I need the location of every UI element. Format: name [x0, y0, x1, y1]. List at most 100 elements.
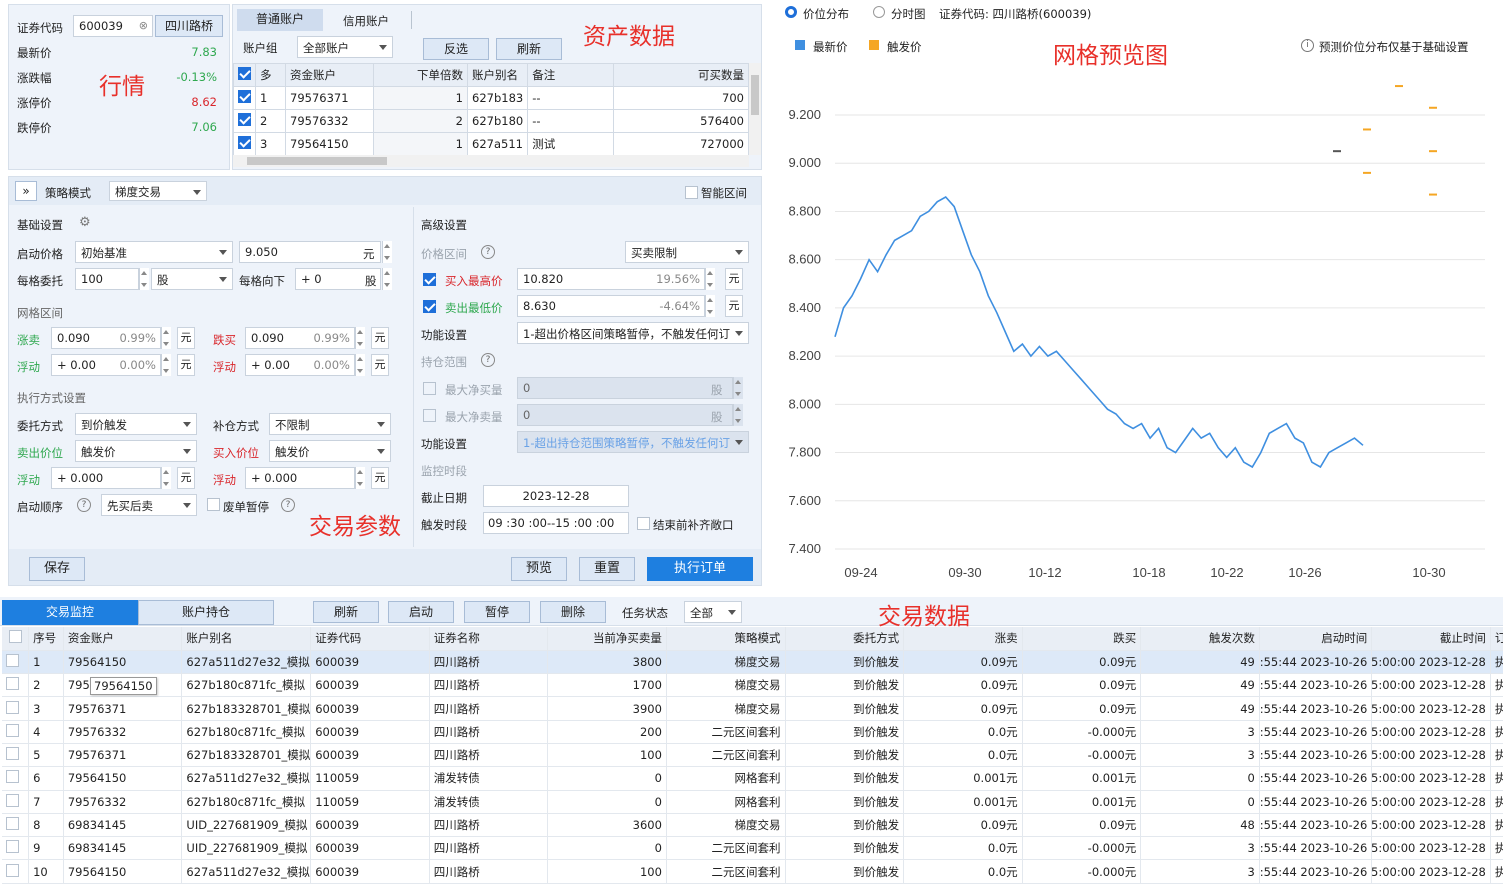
monitor-row[interactable]: 7 79576332 627b180c871fc_模拟 110059 浦发转债 0 网格套利… [2, 790, 1503, 814]
refill-select[interactable]: 不限制 [269, 413, 391, 435]
start-price-stepper[interactable] [382, 241, 392, 263]
monitor-row[interactable]: 3 79576371 627b183328701_模拟 600039 四川路桥 3900 梯… [2, 696, 1503, 721]
float-b-stepper[interactable] [355, 467, 365, 489]
monitor-row-checkbox[interactable] [6, 747, 19, 761]
monitor-row-checkbox[interactable] [6, 723, 19, 737]
clear-icon[interactable]: ⊗ [139, 19, 148, 32]
max-sell-stepper[interactable] [733, 404, 743, 426]
code-input[interactable]: 600039 ⊗ [73, 15, 153, 37]
account-row-checkbox[interactable] [238, 136, 251, 149]
monitor-row[interactable]: 9 69834145 UID_227681909_模拟 600039 四川路桥 0 二元区间… [2, 836, 1503, 861]
pos-help-icon[interactable]: ? [481, 353, 495, 367]
monitor-col-header[interactable]: 资金账户 [63, 627, 183, 651]
monitor-row[interactable]: 1 79564150 627a511d27e32_模拟 600039 四川路桥 3800 梯… [2, 650, 1503, 675]
float-b-input[interactable]: + 0.000 [245, 467, 355, 489]
accounts-hscrollbar[interactable] [233, 155, 749, 167]
task-status-select[interactable]: 全部 [684, 601, 742, 623]
start-price-mode-select[interactable]: 初始基准 [75, 241, 233, 263]
group-select[interactable]: 全部账户 [297, 36, 393, 58]
monitor-col-header[interactable]: 证券代码 [310, 627, 430, 651]
monitor-row[interactable]: 5 79576371 627b183328701_模拟 600039 四川路桥 100 二元… [2, 743, 1503, 768]
rise-sell-input[interactable]: 0.090 0.99% [51, 327, 161, 349]
smart-range-checkbox[interactable] [685, 186, 698, 199]
monitor-col-header[interactable]: 委托方式 [785, 627, 905, 651]
sell-price-select[interactable]: 触发价 [75, 440, 197, 462]
account-row-checkbox[interactable] [238, 90, 251, 103]
tab-account-holdings[interactable]: 账户持仓 [138, 600, 274, 625]
stock-name-button[interactable]: 四川路桥 [155, 15, 223, 37]
buy-high-stepper[interactable] [705, 268, 715, 290]
mode-select[interactable]: 梯度交易 [109, 181, 207, 201]
accounts-vscrollbar[interactable] [749, 63, 761, 155]
sell-low-input[interactable]: 8.630 -4.64% [517, 295, 705, 317]
float-a-input[interactable]: + 0.000 [51, 467, 161, 489]
start-price-input[interactable]: 9.050 [239, 241, 381, 263]
tab-credit-account[interactable]: 信用账户 [343, 13, 389, 29]
seq-help-icon[interactable]: ? [77, 498, 91, 512]
account-row[interactable]: 1 79576371 1 627b183 -- 700 [233, 86, 749, 110]
monitor-col-header[interactable]: 账户别名 [181, 627, 312, 651]
monitor-row[interactable]: 279576332627b180c871fc_模拟600039四川路桥1700梯… [2, 673, 1503, 698]
per-grid-unit-select[interactable]: 股 [151, 268, 233, 290]
monitor-col-header[interactable]: 跌买 [1022, 627, 1142, 651]
trigger-period-input[interactable]: 09 :30 :00--15 :00 :00 [483, 512, 629, 534]
order-type-select[interactable]: 到价触发 [75, 413, 197, 435]
per-grid-stepper[interactable] [139, 268, 149, 290]
monitor-col-header[interactable]: 订单 [1490, 627, 1503, 651]
float-a-stepper[interactable] [161, 467, 171, 489]
fall-buy-input[interactable]: 0.090 0.99% [245, 327, 355, 349]
monitor-row[interactable]: 4 79576332 627b180c871fc_模拟 600039 四川路桥 200 二元… [2, 720, 1503, 744]
monitor-col-header[interactable]: 序号 [28, 627, 64, 651]
monitor-select-all-checkbox[interactable] [8, 630, 22, 644]
monitor-row-checkbox[interactable] [6, 840, 19, 854]
max-buy-stepper[interactable] [733, 377, 743, 399]
buy-high-input[interactable]: 10.820 19.56% [517, 268, 705, 290]
monitor-row[interactable]: 10 79564150 627a511d27e32_模拟 600039 四川路桥 100 二… [2, 859, 1503, 884]
buy-high-checkbox[interactable] [423, 273, 436, 286]
invert-button[interactable]: 反选 [423, 38, 489, 60]
monitor-row-checkbox[interactable] [6, 700, 19, 714]
account-row[interactable]: 2 79576332 2 627b180 -- 576400 [233, 109, 749, 133]
monitor-delete-button[interactable]: 删除 [540, 601, 606, 623]
monitor-row-checkbox[interactable] [6, 817, 19, 831]
monitor-row[interactable]: 8 69834145 UID_227681909_模拟 600039 四川路桥 3600 梯… [2, 813, 1503, 838]
monitor-row-checkbox[interactable] [6, 863, 19, 877]
monitor-col-header[interactable]: 当前净买卖量 [547, 627, 667, 651]
func2-select[interactable]: 1-超出持仓范围策略暂停，不触发任何订 [517, 431, 749, 453]
gear-icon[interactable]: ⚙ [79, 215, 91, 230]
max-buy-input[interactable]: 0 [517, 377, 733, 399]
monitor-col-header[interactable]: 涨卖 [903, 627, 1023, 651]
float2-stepper[interactable] [355, 354, 365, 376]
max-sell-input[interactable]: 0 [517, 404, 733, 426]
expand-button[interactable]: » [15, 181, 37, 201]
max-sell-checkbox[interactable] [423, 409, 436, 422]
float1-stepper[interactable] [161, 354, 171, 376]
monitor-col-header[interactable]: 启动时间 [1259, 627, 1373, 651]
refresh-button[interactable]: 刷新 [496, 38, 562, 60]
sell-low-checkbox[interactable] [423, 300, 436, 313]
close-fill-checkbox[interactable] [637, 517, 650, 530]
tab-normal-account[interactable]: 普通账户 [237, 9, 323, 31]
end-date-input[interactable]: 2023-12-28 [483, 485, 629, 507]
max-buy-checkbox[interactable] [423, 382, 436, 395]
monitor-start-button[interactable]: 启动 [388, 601, 454, 623]
buy-price-select[interactable]: 触发价 [269, 440, 391, 462]
monitor-row-checkbox[interactable] [6, 653, 19, 667]
seq-select[interactable]: 先买后卖 [101, 494, 197, 516]
preview-button[interactable]: 预览 [511, 557, 567, 581]
cancel-pause-help-icon[interactable]: ? [281, 498, 295, 512]
monitor-col-header[interactable]: 证券名称 [429, 627, 549, 651]
save-button[interactable]: 保存 [29, 557, 85, 581]
fall-buy-stepper[interactable] [355, 327, 365, 349]
execute-button[interactable]: 执行订单 [647, 557, 753, 581]
monitor-refresh-button[interactable]: 刷新 [313, 601, 379, 623]
monitor-col-header[interactable]: 触发次数 [1140, 627, 1260, 651]
monitor-row-checkbox[interactable] [6, 770, 19, 784]
monitor-pause-button[interactable]: 暂停 [464, 601, 530, 623]
range-help-icon[interactable]: ? [481, 245, 495, 259]
per-grid-input[interactable]: 100 [75, 268, 139, 290]
monitor-row-checkbox[interactable] [6, 793, 19, 807]
down-stepper[interactable] [382, 268, 392, 290]
float2-input[interactable]: + 0.00 0.00% [245, 354, 355, 376]
func-select[interactable]: 1-超出价格区间策略暂停，不触发任何订 [517, 322, 749, 344]
